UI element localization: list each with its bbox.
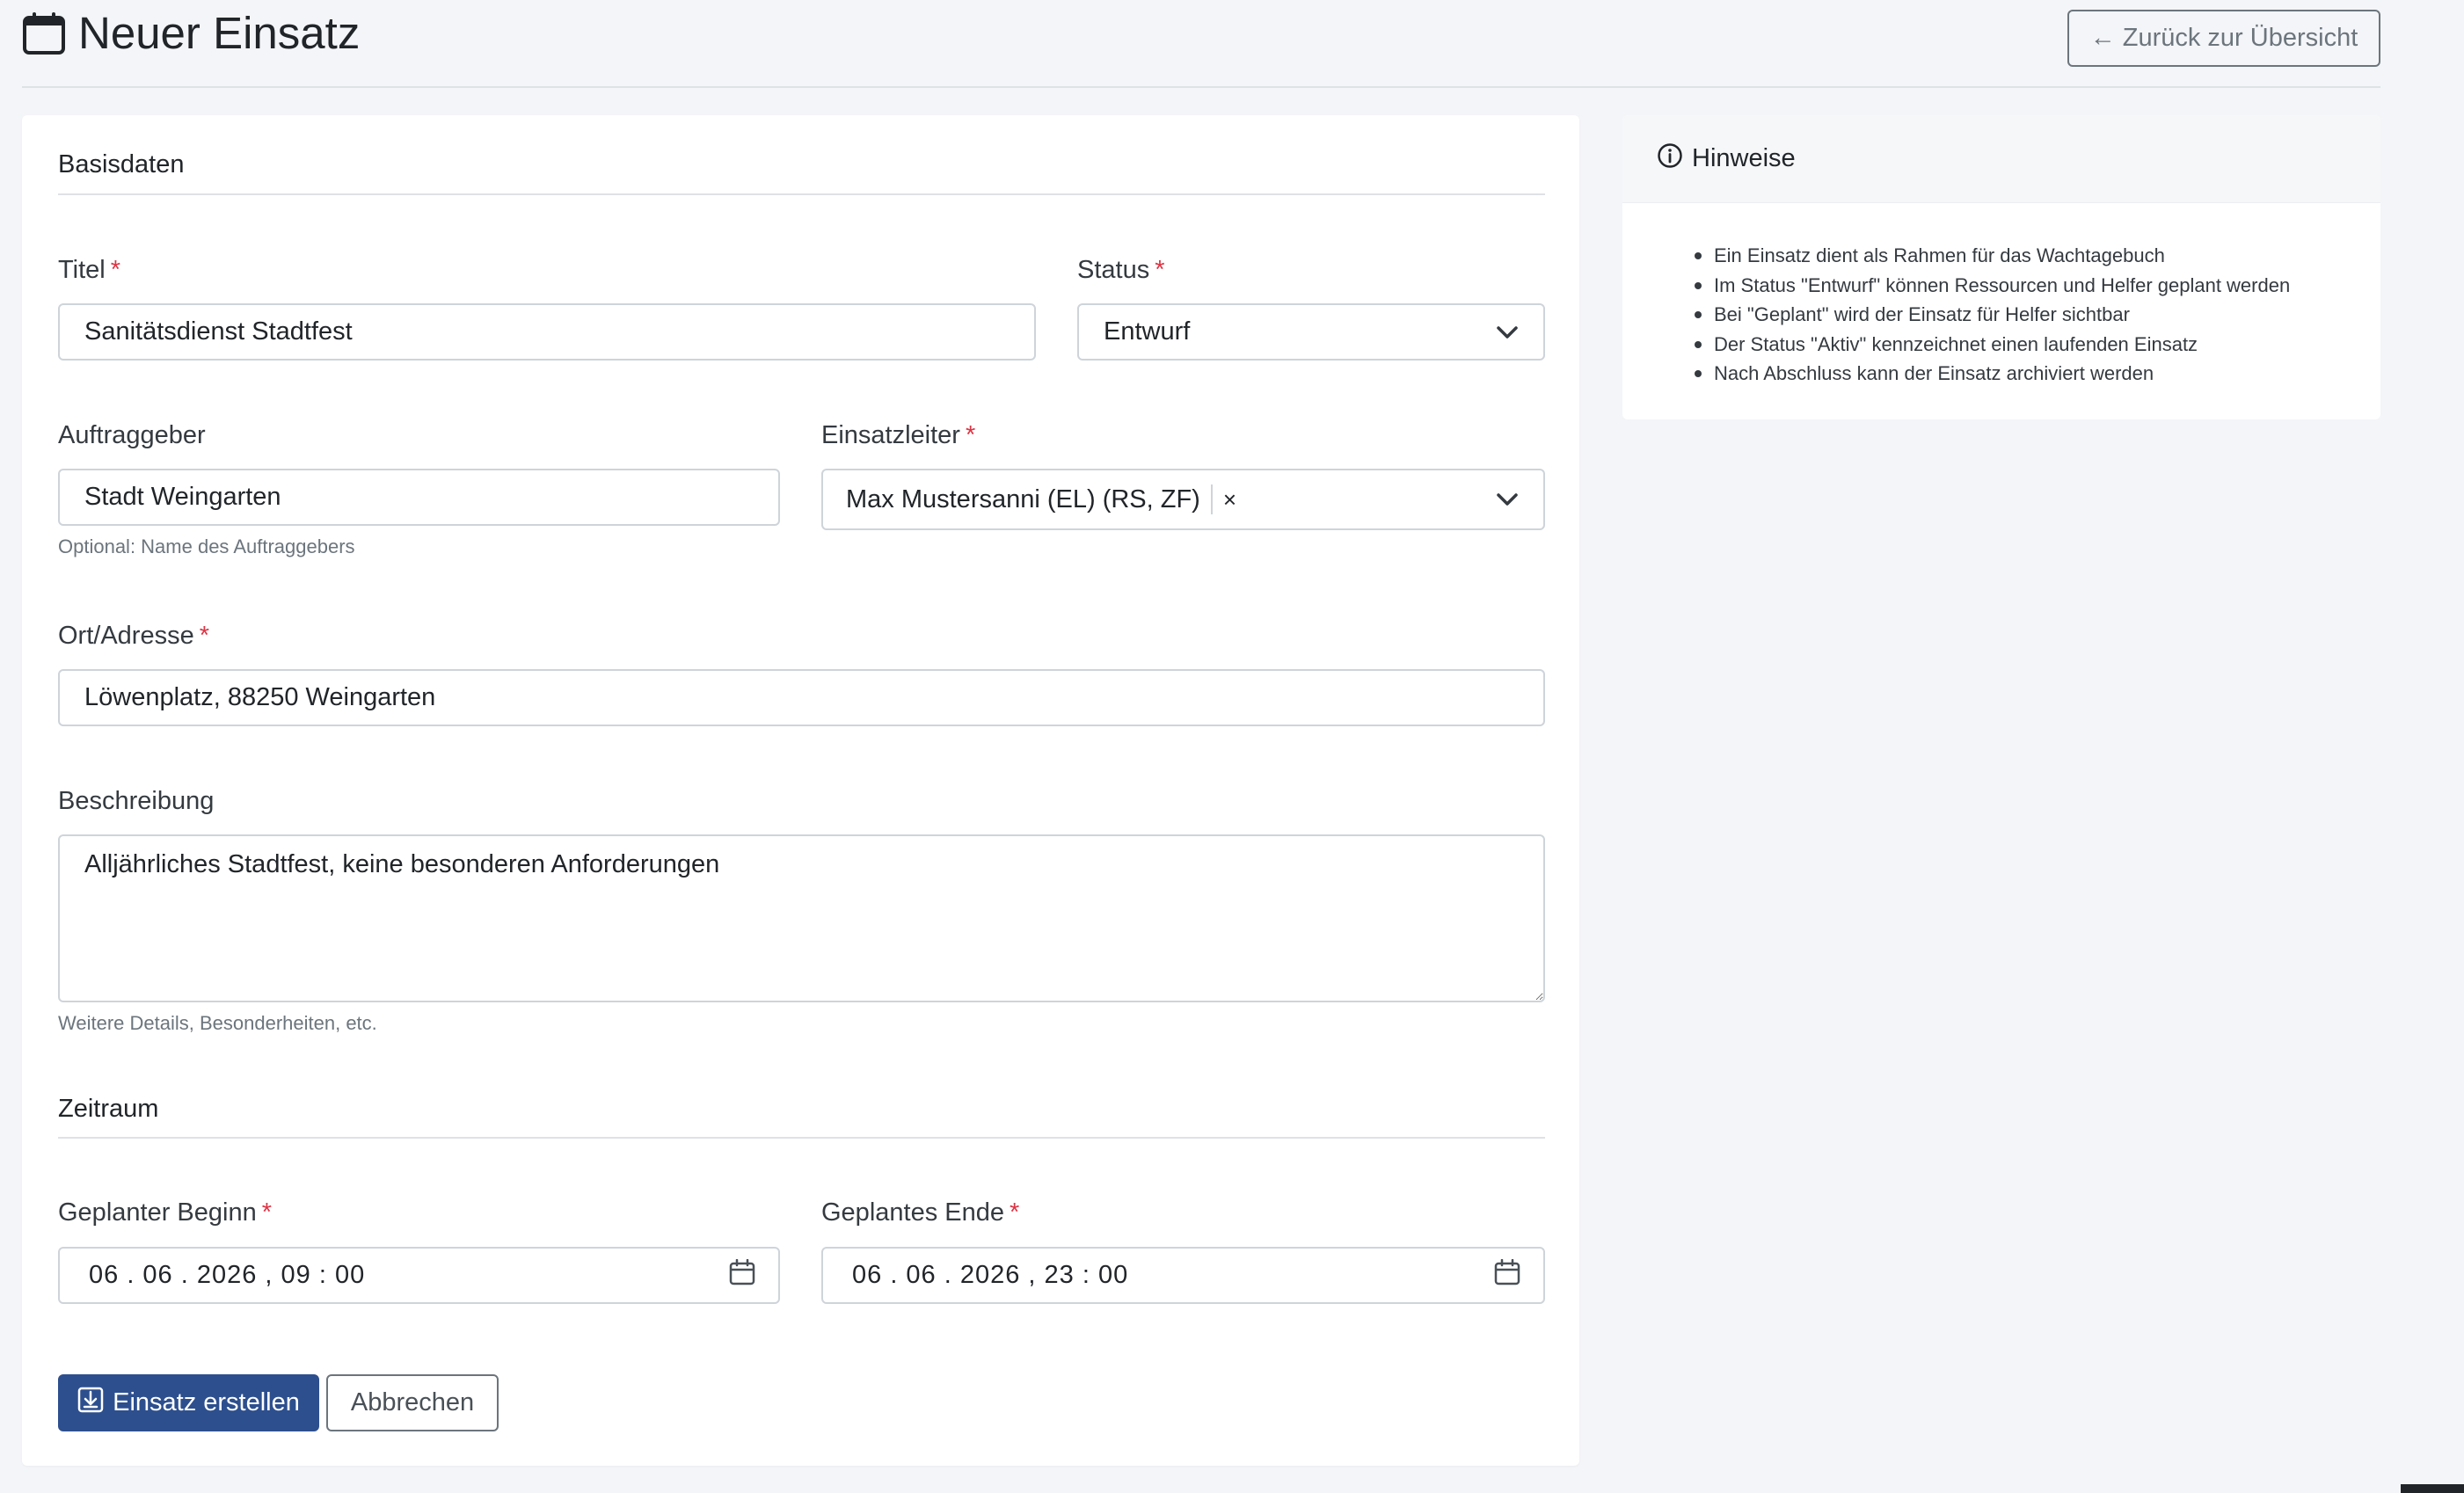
auftraggeber-label: Auftraggeber <box>58 421 206 449</box>
hinweise-header: Hinweise <box>1622 115 2380 203</box>
einsatzleiter-select[interactable]: Max Mustersanni (EL) (RS, ZF) × <box>821 469 1545 530</box>
list-item: Im Status "Entwurf" können Ressourcen un… <box>1694 271 2290 301</box>
list-item: Ein Einsatz dient als Rahmen für das Wac… <box>1694 241 2290 271</box>
section-title-zeitraum: Zeitraum <box>58 1095 159 1123</box>
status-select[interactable]: Entwurf <box>1077 303 1545 361</box>
beginn-value: 06 . 06 . 2026 , 09 : 00 <box>89 1261 366 1289</box>
create-button-label: Einsatz erstellen <box>113 1388 300 1417</box>
arrow-left-icon: ← <box>2089 24 2116 52</box>
save-icon <box>77 1387 104 1420</box>
chevron-down-icon <box>1496 325 1519 339</box>
hinweise-list: Ein Einsatz dient als Rahmen für das Wac… <box>1694 241 2290 389</box>
einsatzleiter-label: Einsatzleiter * <box>821 421 976 449</box>
required-mark: * <box>965 421 976 449</box>
calendar-icon <box>22 11 66 55</box>
auftraggeber-help-text: Optional: Name des Auftraggebers <box>58 535 355 557</box>
chevron-down-icon <box>1496 492 1519 506</box>
info-circle-icon <box>1657 142 1683 176</box>
cancel-button[interactable]: Abbrechen <box>326 1374 499 1431</box>
remove-selection-icon[interactable]: × <box>1223 486 1236 513</box>
section-divider <box>58 193 1545 195</box>
required-mark: * <box>110 256 121 284</box>
chip-separator <box>1210 484 1213 514</box>
titel-label: Titel * <box>58 256 121 284</box>
calendar-icon[interactable] <box>1494 1258 1520 1293</box>
required-mark: * <box>1009 1198 1020 1227</box>
required-mark: * <box>199 622 210 650</box>
beginn-label: Geplanter Beginn * <box>58 1198 273 1227</box>
beginn-datetime-input[interactable]: 06 . 06 . 2026 , 09 : 00 <box>58 1247 780 1304</box>
back-button-label: Zurück zur Übersicht <box>2122 24 2358 52</box>
einsatzleiter-value: Max Mustersanni (EL) (RS, ZF) <box>846 484 1200 513</box>
selected-chip: Max Mustersanni (EL) (RS, ZF) × <box>846 484 1236 514</box>
form-card: Basisdaten Titel* Status* Entwurf Auftra… <box>22 115 1579 1466</box>
required-mark: * <box>1155 256 1165 284</box>
corner-mark <box>2401 1484 2464 1493</box>
ort-input[interactable] <box>58 669 1545 726</box>
list-item: Bei "Geplant" wird der Einsatz für Helfe… <box>1694 300 2290 330</box>
ort-label: Ort/Adresse * <box>58 622 210 650</box>
list-item: Nach Abschluss kann der Einsatz archivie… <box>1694 359 2290 389</box>
hinweise-card: Hinweise Ein Einsatz dient als Rahmen fü… <box>1622 115 2380 419</box>
titel-input[interactable] <box>58 303 1036 361</box>
page-title: Neuer Einsatz <box>78 8 361 58</box>
create-einsatz-button[interactable]: Einsatz erstellen <box>58 1374 319 1431</box>
page-header: Neuer Einsatz ← Zurück zur Übersicht <box>22 0 2380 88</box>
status-select-value: Entwurf <box>1104 317 1191 346</box>
section-title-basisdaten: Basisdaten <box>58 150 185 178</box>
auftraggeber-input[interactable] <box>58 469 780 526</box>
beschreibung-label: Beschreibung <box>58 787 215 815</box>
section-divider <box>58 1137 1545 1139</box>
ende-label: Geplantes Ende * <box>821 1198 1020 1227</box>
hinweise-title: Hinweise <box>1692 144 1796 172</box>
beschreibung-textarea[interactable]: Alljährliches Stadtfest, keine besondere… <box>58 834 1545 1002</box>
ende-datetime-input[interactable]: 06 . 06 . 2026 , 23 : 00 <box>821 1247 1545 1304</box>
calendar-icon[interactable] <box>729 1258 755 1293</box>
page-title-wrap: Neuer Einsatz <box>22 7 360 60</box>
required-mark: * <box>261 1198 273 1227</box>
ende-value: 06 . 06 . 2026 , 23 : 00 <box>852 1261 1129 1289</box>
beschreibung-help-text: Weitere Details, Besonderheiten, etc. <box>58 1012 377 1034</box>
status-label: Status * <box>1077 256 1165 284</box>
back-to-overview-button[interactable]: ← Zurück zur Übersicht <box>2067 10 2380 67</box>
list-item: Der Status "Aktiv" kennzeichnet einen la… <box>1694 330 2290 360</box>
